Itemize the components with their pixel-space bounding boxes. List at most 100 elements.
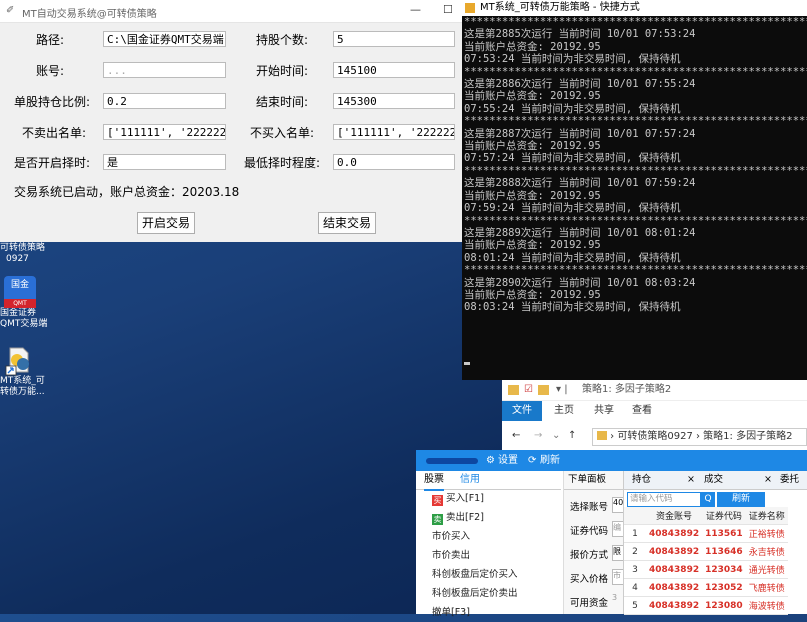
menu-item-label: 买入[F1] [446, 493, 484, 504]
menu-item-label: 市价买入 [432, 531, 471, 542]
column-header[interactable]: 证券代码 [702, 507, 746, 525]
close-icon[interactable]: × [687, 471, 695, 489]
ribbon-file-tab[interactable]: 文件 [502, 401, 542, 421]
path-segment[interactable]: 可转债策略0927 [617, 431, 692, 442]
table-cell-no: 5 [624, 596, 646, 615]
order-panel-tab[interactable]: 下单面板 [564, 471, 624, 490]
ribbon-tab-share[interactable]: 共享 [594, 401, 614, 421]
tab-orders[interactable]: 委托 [780, 471, 799, 489]
form-label: 证券代码 [570, 526, 609, 537]
order-panel: 下单面板 选择账号 证券代码 报价方式 买入价格 可用资金 40 编 限 市 3 [563, 471, 626, 614]
tab-positions[interactable]: 持仓 [632, 471, 651, 489]
settings-link[interactable]: 设置 [498, 450, 518, 471]
quick-access-icon: ☑ [524, 384, 533, 395]
console-titlebar: MT系统_可转债万能策略 - 快捷方式 [462, 0, 807, 16]
desktop-icon-mt-system[interactable]: MT系统_可 转债万能... [0, 344, 48, 398]
positions-table: 资金账号 证券代码 证券名称 1 40843892 113561 正裕转债 2 40843… [624, 507, 788, 615]
refresh-link[interactable]: 刷新 [540, 450, 560, 471]
trade-menu-item[interactable]: 科创板盘后定价买入 [416, 565, 561, 584]
ribbon-tab-view[interactable]: 查看 [632, 401, 652, 421]
table-row[interactable]: 1 40843892 113561 正裕转债 [624, 524, 788, 543]
console-line: 这是第2887次运行 当前时间 10/01 07:57:24 [464, 127, 696, 140]
account-input[interactable]: ... [103, 62, 226, 78]
close-icon[interactable]: × [764, 471, 772, 489]
position-ratio-input[interactable]: 0.2 [103, 93, 226, 109]
table-row[interactable]: 2 40843892 113646 永吉转债 [624, 542, 788, 561]
table-cell-name: 飞鹿转债 [745, 578, 788, 597]
trade-menu-item[interactable]: 市价卖出 [416, 546, 561, 565]
position-ratio-label: 单股持仓比例: [13, 95, 90, 109]
table-cell-code: 113646 [702, 542, 746, 561]
no-sell-list-input[interactable]: ['111111', '222222'] [103, 124, 226, 140]
start-trading-button[interactable]: 开启交易 [137, 212, 196, 234]
code-search-input[interactable]: 请输入代码 [627, 492, 701, 507]
console-line: ****************************************… [464, 65, 807, 78]
back-icon[interactable]: ← [512, 424, 520, 448]
trade-menu-item[interactable]: 市价买入 [416, 527, 561, 546]
trading-client-window: ⚙ 设置 ⟳ 刷新 股票 信用 买买入[F1] 卖卖出[F2] 市价买入市价卖出科创… [416, 450, 807, 618]
hold-count-input[interactable]: 5 [333, 31, 455, 47]
desktop-icon-label: 可转债策略 [0, 243, 46, 253]
folder-icon [538, 385, 549, 395]
recent-dropdown-icon[interactable]: ⌄ [552, 424, 560, 448]
dropdown-icon[interactable]: ▾ | [556, 380, 568, 400]
end-time-input[interactable]: 145300 [333, 93, 455, 109]
folder-icon [597, 431, 607, 440]
min-timing-label: 最低择时程度: [243, 156, 320, 170]
explorer-window: ☑ ▾ | 策略1: 多因子策略2 文件 主页 共享 查看 ← → ⌄ ↑ › … [502, 380, 807, 450]
tab-credit[interactable]: 信用 [460, 471, 480, 489]
table-row[interactable]: 4 40843892 123052 飞鹿转债 [624, 578, 788, 597]
stop-trading-button[interactable]: 结束交易 [318, 212, 377, 234]
trade-type-tabs: 股票 信用 [416, 471, 561, 491]
trade-menu-item[interactable]: 买买入[F1] [416, 489, 561, 508]
address-input[interactable]: › 可转债策略0927 › 策略1: 多因子策略2 [592, 428, 807, 446]
no-buy-list-input[interactable]: ['111111', '222222'] [333, 124, 455, 140]
search-button[interactable]: Q [701, 492, 715, 507]
desktop-icon-label: MT系统_可 [0, 376, 45, 386]
desktop-icon-label: 国金证券 [0, 308, 37, 318]
forward-icon[interactable]: → [534, 424, 542, 448]
qmt-app-icon: 国金 QMT [4, 276, 36, 308]
path-input[interactable]: C:\国金证券QMT交易端 [103, 31, 226, 47]
min-timing-input[interactable]: 0.0 [333, 154, 455, 170]
ribbon-tab-home[interactable]: 主页 [554, 401, 574, 421]
table-cell-code: 123034 [702, 560, 746, 579]
table-cell-name: 通光转债 [745, 560, 788, 579]
mt-trading-window: ✐ MT自动交易系统@可转债策略 — ☐ 路径: C:\国金证券QMT交易端 持… [0, 0, 462, 242]
table-cell-no: 2 [624, 542, 646, 561]
console-line: 当前账户总资金: 20192.95 [464, 189, 601, 202]
refresh-icon[interactable]: ⟳ [528, 450, 536, 471]
desktop-icon-strategy-folder[interactable]: 可转债策略 0927 [0, 243, 48, 265]
menu-badge-icon: 卖 [432, 514, 443, 525]
desktop-icon-label: QMT交易端 [0, 319, 48, 329]
console-cursor [464, 362, 470, 365]
up-icon[interactable]: ↑ [568, 424, 576, 448]
column-header [624, 507, 646, 525]
tab-deals[interactable]: 成交 [704, 471, 723, 489]
column-header[interactable]: 证券名称 [745, 507, 788, 525]
table-cell-name: 正裕转债 [745, 524, 788, 543]
table-row[interactable]: 3 40843892 123034 通光转债 [624, 560, 788, 579]
path-segment[interactable]: 策略1: 多因子策略2 [703, 431, 792, 442]
start-time-input[interactable]: 145100 [333, 62, 455, 78]
form-label: 报价方式 [570, 550, 609, 561]
no-sell-list-label: 不卖出名单: [21, 126, 86, 140]
python-icon [465, 3, 475, 13]
account-label: 账号: [35, 64, 64, 78]
minimize-button[interactable]: — [410, 3, 421, 16]
timing-enabled-input[interactable]: 是 [103, 154, 226, 170]
trade-menu-item[interactable]: 撤单[F3] [416, 603, 561, 622]
positions-tabs: 持仓 × 成交 × 委托 [624, 471, 807, 490]
grid-refresh-button[interactable]: 刷新 [717, 492, 765, 507]
table-row[interactable]: 5 40843892 123080 海波转债 [624, 596, 788, 615]
trade-menu-item[interactable]: 科创板盘后定价卖出 [416, 584, 561, 603]
gear-icon[interactable]: ⚙ [486, 450, 495, 471]
console-line: 08:01:24 当前时间为非交易时间, 保持待机 [464, 251, 681, 264]
desktop-icon-qmt[interactable]: 国金 QMT 国金证券 QMT交易端 [0, 276, 48, 330]
console-line: ****************************************… [464, 115, 807, 128]
menu-item-label: 科创板盘后定价买入 [432, 569, 518, 580]
maximize-button[interactable]: ☐ [443, 3, 453, 16]
column-header[interactable]: 资金账号 [646, 507, 703, 525]
tab-stock[interactable]: 股票 [424, 471, 444, 491]
trade-menu-item[interactable]: 卖卖出[F2] [416, 508, 561, 527]
